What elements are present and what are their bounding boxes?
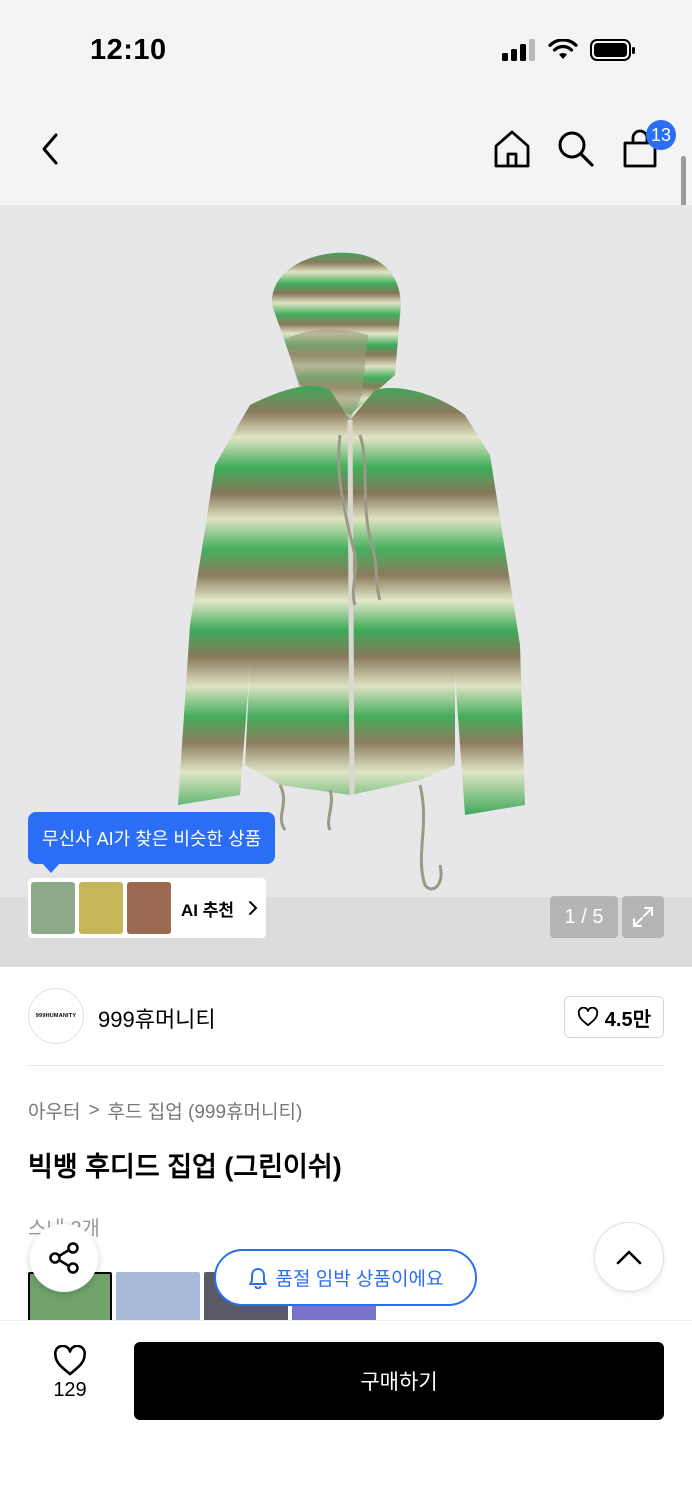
wishlist-count: 129 <box>53 1379 87 1401</box>
expand-icon <box>633 907 653 927</box>
brand-logo[interactable]: 999HUMANITY <box>28 988 84 1044</box>
wifi-icon <box>548 39 578 59</box>
chevron-left-icon <box>42 133 58 165</box>
breadcrumb-separator: > <box>88 1099 100 1121</box>
chevron-up-icon <box>616 1250 642 1265</box>
expand-image-button[interactable] <box>622 896 664 938</box>
purchase-bar: 129 구매하기 <box>0 1320 692 1500</box>
color-option-thumb[interactable] <box>116 1272 200 1320</box>
breadcrumb-category[interactable]: 아우터 <box>28 1097 80 1124</box>
ai-recommend-strip[interactable]: AI 추천 <box>28 878 266 938</box>
share-icon <box>49 1242 79 1274</box>
ai-thumb-3[interactable] <box>127 882 171 934</box>
ai-recommend-label[interactable]: AI 추천 <box>181 896 234 921</box>
wishlist-button[interactable]: 129 <box>36 1345 104 1402</box>
status-bar: 12:10 <box>0 0 692 100</box>
status-icons <box>502 38 636 62</box>
cart-button[interactable]: 13 <box>618 120 676 174</box>
ai-thumb-2[interactable] <box>79 882 123 934</box>
heart-icon <box>577 1007 598 1027</box>
buy-button[interactable]: 구매하기 <box>134 1342 664 1420</box>
chevron-right-icon <box>249 901 258 915</box>
back-button[interactable] <box>28 124 72 174</box>
signal-icon <box>502 39 535 61</box>
brand-name[interactable]: 999휴머니티 <box>98 1002 216 1034</box>
bell-icon <box>248 1267 267 1289</box>
cart-count-badge: 13 <box>646 120 676 150</box>
brand-logo-text: 999HUMANITY <box>35 1013 77 1019</box>
breadcrumb: 아우터 > 후드 집업 (999휴머니티) <box>28 1097 302 1124</box>
low-stock-notice[interactable]: 품절 임박 상품이에요 <box>214 1249 477 1306</box>
share-button[interactable] <box>30 1224 98 1292</box>
image-page-indicator: 1 / 5 <box>550 896 618 938</box>
search-button[interactable] <box>554 124 598 174</box>
search-icon <box>558 131 594 167</box>
low-stock-label: 품절 임박 상품이에요 <box>275 1269 444 1290</box>
status-time: 12:10 <box>90 34 167 66</box>
nav-bar: 13 <box>0 100 692 205</box>
breadcrumb-subcategory[interactable]: 후드 집업 (999휴머니티) <box>108 1097 303 1124</box>
product-title: 빅뱅 후디드 집업 (그린이쉬) <box>28 1152 342 1182</box>
divider <box>28 1065 664 1066</box>
home-icon <box>494 130 530 168</box>
brand-like-button[interactable]: 4.5만 <box>563 996 664 1038</box>
ai-similar-tooltip[interactable]: 무신사 AI가 찾은 비슷한 상품 <box>28 812 276 873</box>
scroll-top-button[interactable] <box>594 1222 664 1292</box>
heart-icon <box>53 1345 87 1376</box>
home-button[interactable] <box>490 124 534 174</box>
brand-like-count: 4.5만 <box>604 1008 651 1031</box>
battery-icon <box>590 39 635 61</box>
brand-row[interactable]: 999HUMANITY 999휴머니티 4.5만 <box>28 988 664 1044</box>
ai-thumb-1[interactable] <box>31 882 75 934</box>
